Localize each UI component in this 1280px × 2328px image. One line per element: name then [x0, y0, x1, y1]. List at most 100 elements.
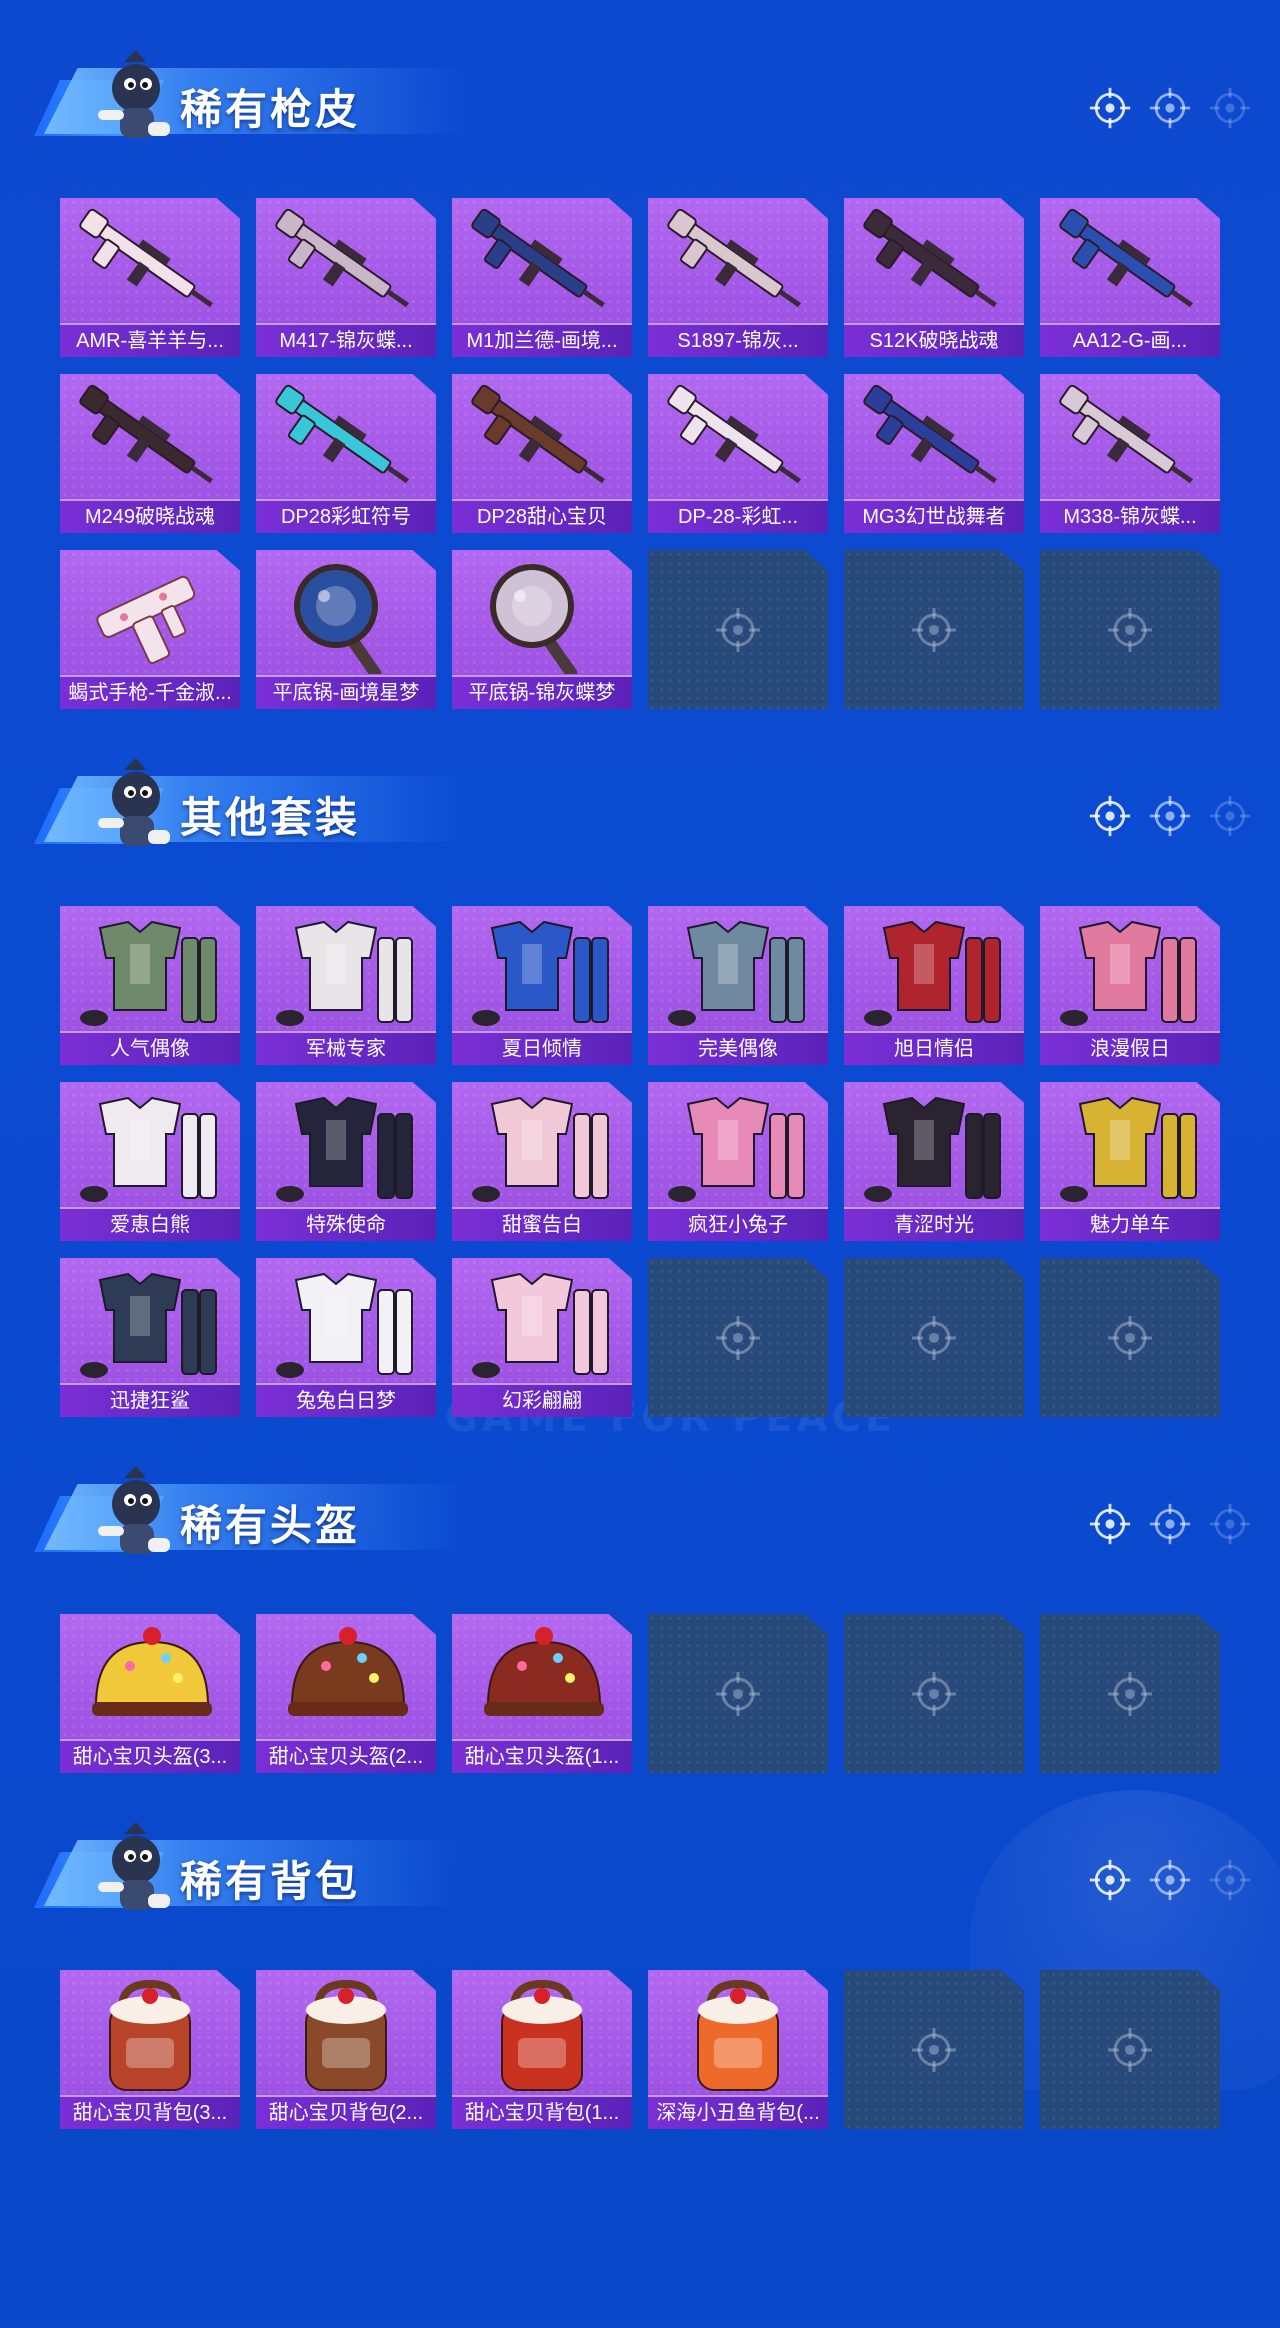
item-card[interactable]: 甜蜜告白	[452, 1082, 632, 1241]
empty-slot	[844, 1258, 1024, 1417]
item-label: 人气偶像	[110, 1038, 190, 1060]
item-card[interactable]: M249破晓战魂	[60, 374, 240, 533]
item-card[interactable]: 甜心宝贝背包(3...	[60, 1970, 240, 2129]
item-label: 甜蜜告白	[502, 1214, 582, 1236]
section-title: 稀有枪皮	[180, 86, 361, 133]
reticle-icon	[1148, 1502, 1192, 1546]
item-label: 甜心宝贝背包(2...	[268, 2102, 424, 2124]
item-card[interactable]: MG3幻世战舞者	[844, 374, 1024, 533]
reticle-icon	[1148, 794, 1192, 838]
item-label: M417-锦灰蝶...	[279, 330, 413, 352]
reticle-icon	[714, 606, 762, 654]
item-card[interactable]: 甜心宝贝头盔(1...	[452, 1614, 632, 1773]
reticle-icon	[1088, 794, 1132, 838]
item-card[interactable]: M338-锦灰蝶...	[1040, 374, 1220, 533]
item-card[interactable]: 甜心宝贝头盔(2...	[256, 1614, 436, 1773]
item-card[interactable]: 人气偶像	[60, 906, 240, 1065]
item-label: 平底锅-画境星梦	[272, 682, 420, 704]
reticle-icon	[714, 1670, 762, 1718]
mascot-icon	[90, 1466, 182, 1562]
item-card[interactable]: 旭日情侣	[844, 906, 1024, 1065]
item-card[interactable]: M1加兰德-画境...	[452, 198, 632, 357]
item-card[interactable]: DP-28-彩虹...	[648, 374, 828, 533]
item-card[interactable]: M417-锦灰蝶...	[256, 198, 436, 357]
item-label: 甜心宝贝头盔(2...	[268, 1746, 424, 1768]
empty-slot	[844, 1614, 1024, 1773]
gun-icon	[462, 206, 622, 322]
item-card[interactable]: 平底锅-锦灰蝶梦	[452, 550, 632, 709]
gun-icon	[1050, 206, 1210, 322]
reticle-icon	[714, 1314, 762, 1362]
item-label: 迅捷狂鲨	[110, 1390, 190, 1412]
empty-slot	[1040, 1614, 1220, 1773]
item-card[interactable]: 完美偶像	[648, 906, 828, 1065]
item-label: 疯狂小兔子	[688, 1214, 788, 1236]
item-card[interactable]: DP28甜心宝贝	[452, 374, 632, 533]
empty-slot	[1040, 1970, 1220, 2129]
item-card[interactable]: 浪漫假日	[1040, 906, 1220, 1065]
outfit-icon	[266, 1090, 426, 1206]
empty-slot	[844, 550, 1024, 709]
item-label: M249破晓战魂	[84, 506, 216, 528]
item-label: AA12-G-画...	[1072, 330, 1188, 352]
outfit-icon	[462, 1266, 622, 1382]
item-card[interactable]: 军械专家	[256, 906, 436, 1065]
outfit-icon	[266, 1266, 426, 1382]
item-card[interactable]: S12K破晓战魂	[844, 198, 1024, 357]
outfit-icon	[266, 914, 426, 1030]
item-label: 幻彩翩翩	[502, 1390, 582, 1412]
item-card[interactable]: 爱恵白熊	[60, 1082, 240, 1241]
item-card[interactable]: 兔兔白日梦	[256, 1258, 436, 1417]
item-card[interactable]: 幻彩翩翩	[452, 1258, 632, 1417]
item-label: S12K破晓战魂	[869, 330, 999, 352]
helmet-icon	[462, 1622, 622, 1738]
reticle-icon	[910, 2026, 958, 2074]
item-label: MG3幻世战舞者	[862, 506, 1006, 528]
item-card[interactable]: 魅力单车	[1040, 1082, 1220, 1241]
item-card[interactable]: 深海小丑鱼背包(...	[648, 1970, 828, 2129]
item-label: 甜心宝贝背包(3...	[72, 2102, 228, 2124]
deco-reticle-group	[1088, 1858, 1258, 1908]
outfit-icon	[658, 914, 818, 1030]
item-label: DP28彩虹符号	[280, 506, 412, 528]
item-card[interactable]: 蝎式手枪-千金淑...	[60, 550, 240, 709]
backpack-icon	[70, 1978, 230, 2094]
item-card[interactable]: 青涩时光	[844, 1082, 1024, 1241]
item-card[interactable]: 平底锅-画境星梦	[256, 550, 436, 709]
gun-icon	[70, 382, 230, 498]
item-card[interactable]: S1897-锦灰...	[648, 198, 828, 357]
item-label: DP-28-彩虹...	[677, 506, 799, 528]
outfit-icon	[854, 1090, 1014, 1206]
item-card[interactable]: 迅捷狂鲨	[60, 1258, 240, 1417]
item-label: 蝎式手枪-千金淑...	[68, 682, 232, 704]
section-title: 稀有背包	[180, 1858, 361, 1905]
item-label: 特殊使命	[306, 1214, 386, 1236]
item-card[interactable]: 甜心宝贝背包(2...	[256, 1970, 436, 2129]
item-label: 爱恵白熊	[110, 1214, 190, 1236]
reticle-icon	[1148, 86, 1192, 130]
item-label: 甜心宝贝头盔(3...	[72, 1746, 228, 1768]
reticle-icon	[1106, 1314, 1154, 1362]
outfit-icon	[462, 914, 622, 1030]
outfit-icon	[1050, 1090, 1210, 1206]
item-card[interactable]: 疯狂小兔子	[648, 1082, 828, 1241]
item-card[interactable]: 甜心宝贝背包(1...	[452, 1970, 632, 2129]
item-card[interactable]: 夏日倾情	[452, 906, 632, 1065]
item-label: 浪漫假日	[1090, 1038, 1170, 1060]
item-card[interactable]: DP28彩虹符号	[256, 374, 436, 533]
section-header: 稀有头盔	[28, 1446, 1258, 1556]
item-label: S1897-锦灰...	[677, 330, 799, 352]
item-label: 平底锅-锦灰蝶梦	[468, 682, 616, 704]
item-card[interactable]: AMR-喜羊羊与...	[60, 198, 240, 357]
item-label: AMR-喜羊羊与...	[76, 330, 224, 352]
empty-slot	[648, 1614, 828, 1773]
deco-reticle-group	[1088, 1502, 1258, 1552]
gun-icon	[854, 382, 1014, 498]
reticle-icon	[1208, 1502, 1252, 1546]
item-card[interactable]: 甜心宝贝头盔(3...	[60, 1614, 240, 1773]
item-label: 军械专家	[306, 1038, 386, 1060]
item-card[interactable]: AA12-G-画...	[1040, 198, 1220, 357]
gun-icon	[266, 382, 426, 498]
item-card[interactable]: 特殊使命	[256, 1082, 436, 1241]
reticle-icon	[1106, 606, 1154, 654]
